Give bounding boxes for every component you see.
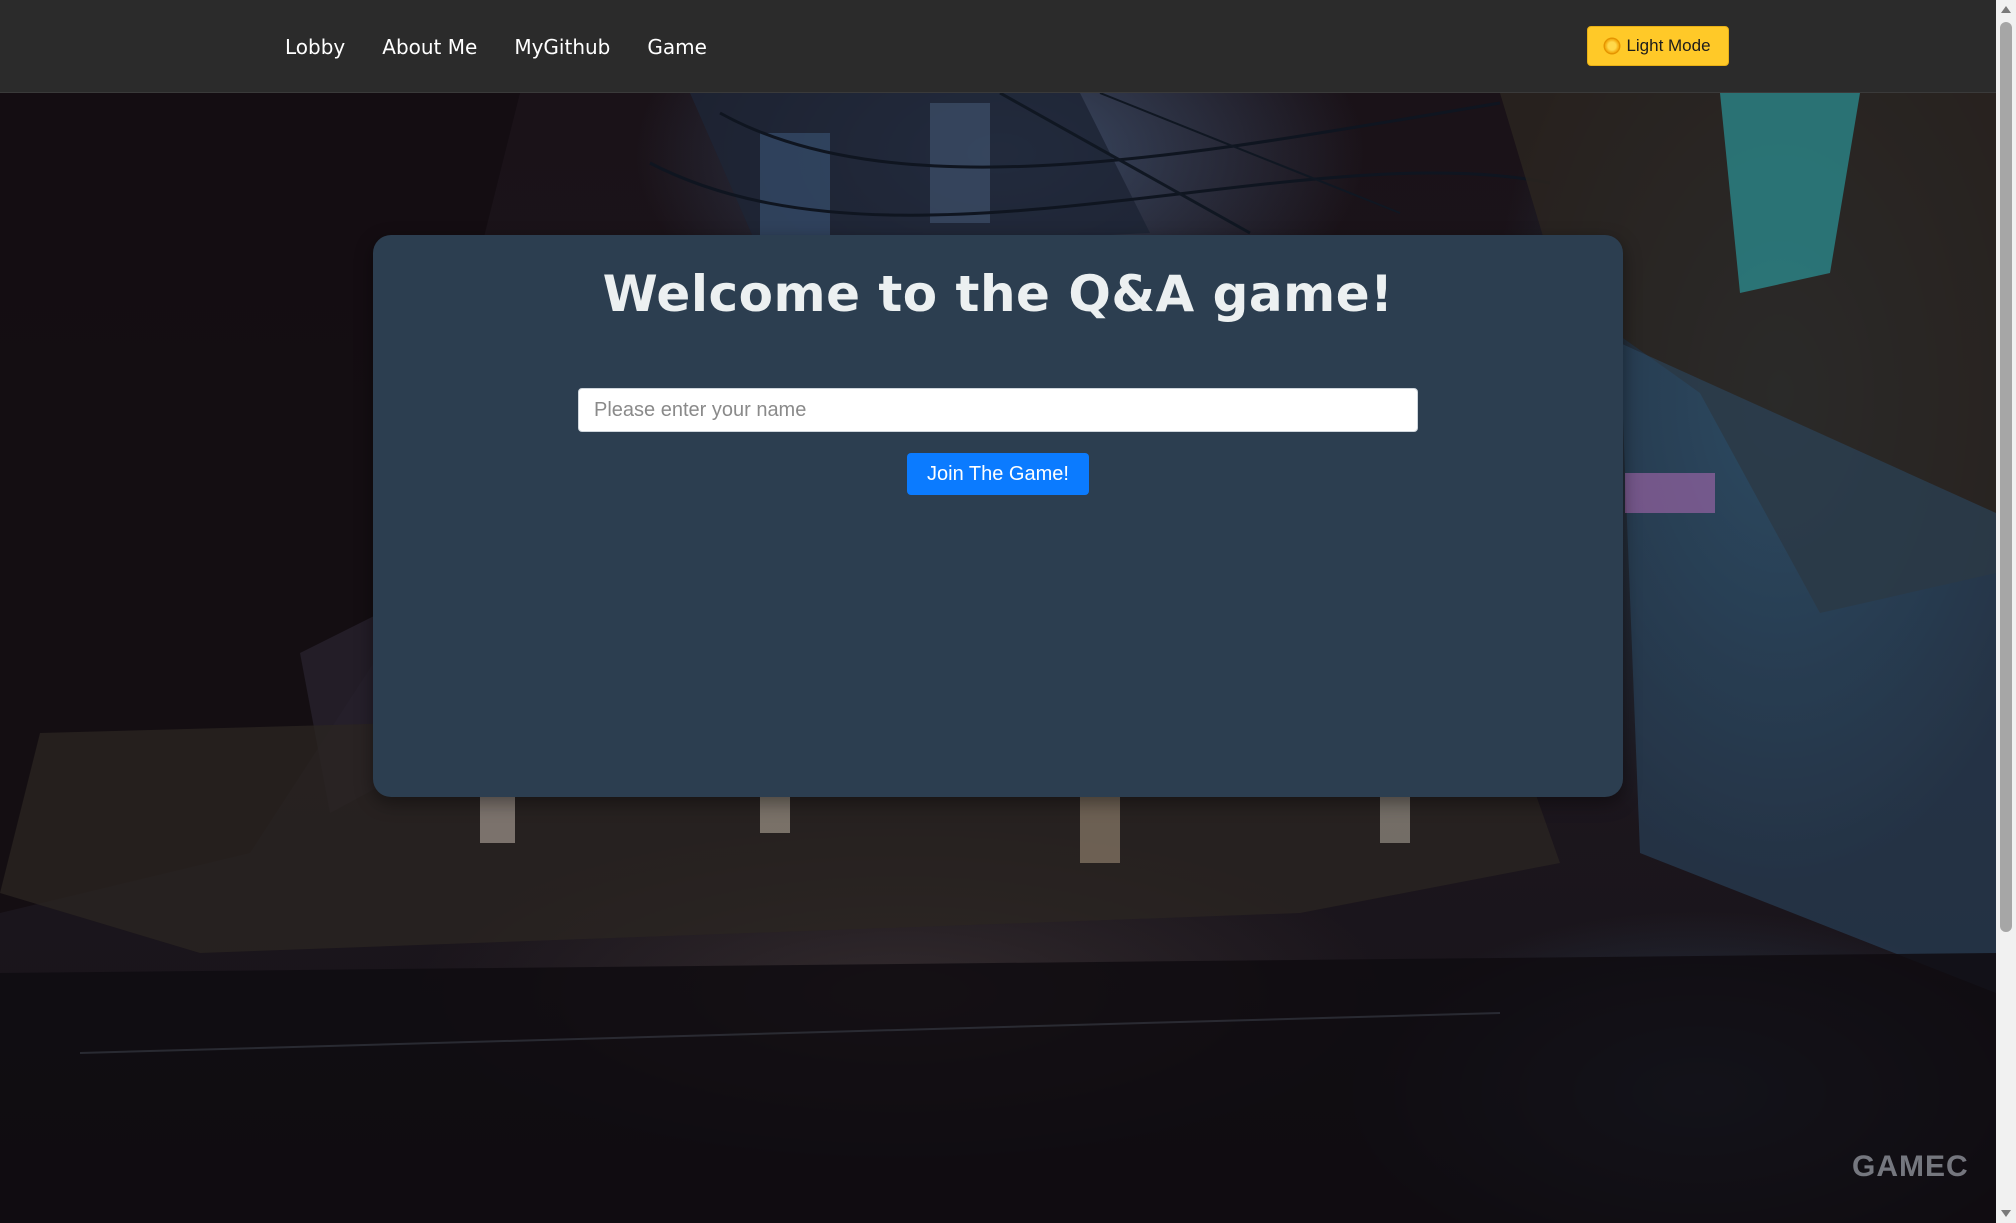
vertical-scrollbar[interactable]: [1996, 0, 2016, 1223]
nav-links: Lobby About Me MyGithub Game: [285, 0, 744, 93]
join-game-button[interactable]: Join The Game!: [907, 453, 1089, 495]
sun-icon: [1605, 39, 1620, 53]
nav-link-lobby[interactable]: Lobby: [285, 35, 345, 59]
scroll-up-arrow-icon[interactable]: [2001, 6, 2011, 13]
join-game-card: Welcome to the Q&A game! Join The Game!: [373, 235, 1623, 797]
nav-link-about-me[interactable]: About Me: [382, 35, 477, 59]
top-navbar: Lobby About Me MyGithub Game Light Mode: [0, 0, 1996, 93]
nav-link-game[interactable]: Game: [647, 35, 707, 59]
name-input[interactable]: [578, 388, 1418, 432]
page: GAMEC Lobby About Me MyGithub Game Light…: [0, 0, 2016, 1223]
watermark-text: GAMEC: [1852, 1150, 1969, 1183]
scroll-down-arrow-icon[interactable]: [2001, 1210, 2011, 1217]
nav-link-mygithub[interactable]: MyGithub: [514, 35, 610, 59]
light-mode-label: Light Mode: [1626, 36, 1711, 55]
scrollbar-thumb[interactable]: [2000, 22, 2012, 932]
page-title: Welcome to the Q&A game!: [602, 265, 1394, 323]
light-mode-toggle-button[interactable]: Light Mode: [1587, 26, 1729, 66]
